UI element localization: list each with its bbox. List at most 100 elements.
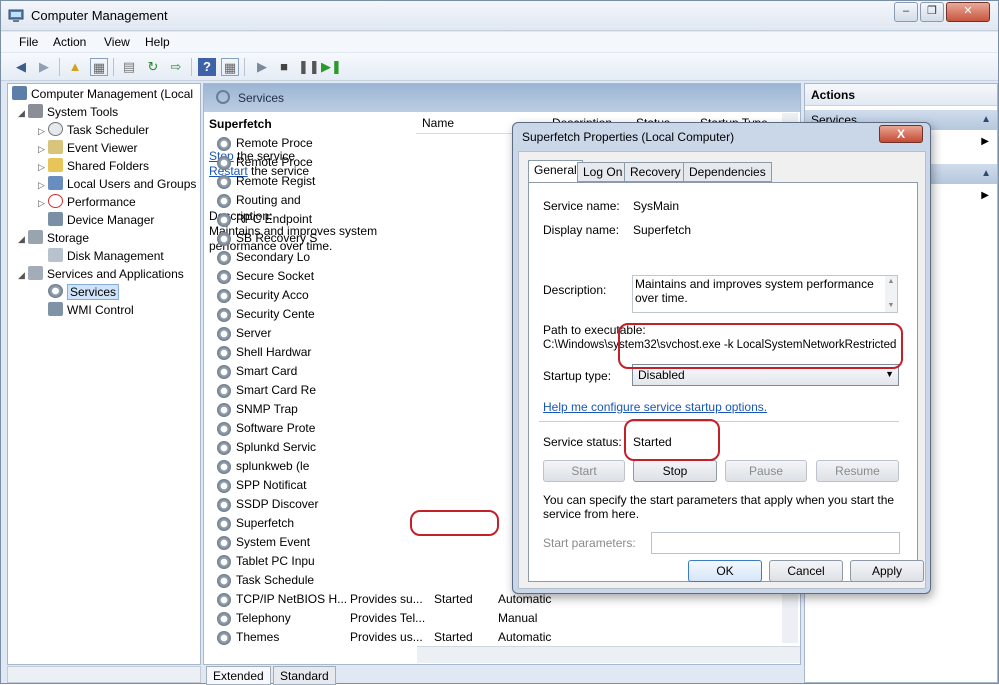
start-button[interactable]: Start xyxy=(543,460,625,482)
menu-view[interactable]: View xyxy=(104,35,130,49)
stop-service-icon[interactable]: ■ xyxy=(275,58,293,76)
menu-action[interactable]: Action xyxy=(53,35,86,49)
restore-button[interactable]: ❐ xyxy=(920,2,944,22)
gear-icon xyxy=(217,232,231,246)
column-name[interactable]: Name xyxy=(422,116,454,130)
general-panel: Service name: SysMain Display name: Supe… xyxy=(528,182,918,582)
event-viewer-icon xyxy=(48,140,63,154)
superfetch-row-highlight xyxy=(410,510,499,536)
computer-management-window: Computer Management – ❐ ✕ File Action Vi… xyxy=(0,0,999,685)
gear-icon xyxy=(217,213,231,227)
gear-icon xyxy=(48,284,63,298)
tree-item-shared-folders[interactable]: ▷ Shared Folders xyxy=(38,157,149,175)
description-scrollbar[interactable]: ▲ ▼ xyxy=(885,276,897,312)
ok-button[interactable]: OK xyxy=(688,560,762,582)
tree-item-event-viewer[interactable]: ▷ Event Viewer xyxy=(38,139,137,157)
tab-standard[interactable]: Standard xyxy=(273,666,336,685)
stop-button[interactable]: Stop xyxy=(633,460,717,482)
tree-item-performance[interactable]: ▷ Performance xyxy=(38,193,136,211)
expanded-arrow-icon[interactable]: ◢ xyxy=(18,266,28,284)
description-label: Description: xyxy=(543,283,607,297)
more-actions-arrow-icon[interactable]: ▶ xyxy=(981,136,989,147)
collapse-arrow-icon[interactable]: ▲ xyxy=(981,114,991,125)
service-status: Started xyxy=(434,592,473,606)
start-service-icon[interactable]: ▶ xyxy=(253,58,271,76)
collapse-arrow-icon[interactable]: ▲ xyxy=(981,168,991,179)
chevron-down-icon: ▼ xyxy=(885,369,894,379)
show-hide-tree-icon[interactable]: ▦ xyxy=(90,58,108,76)
export-list-icon[interactable]: ⇨ xyxy=(167,58,185,76)
show-hide-action-pane-icon[interactable]: ▦ xyxy=(221,58,239,76)
gear-icon xyxy=(217,327,231,341)
help-icon[interactable]: ? xyxy=(198,58,216,76)
gear-icon xyxy=(217,270,231,284)
up-folder-icon[interactable]: ▲ xyxy=(66,58,84,76)
services-pane-header: Services xyxy=(204,84,800,112)
resume-button[interactable]: Resume xyxy=(816,460,899,482)
tools-icon xyxy=(28,104,43,118)
back-arrow-icon[interactable]: ◀ xyxy=(12,58,30,76)
collapsed-arrow-icon[interactable]: ▷ xyxy=(38,140,48,158)
collapsed-arrow-icon[interactable]: ▷ xyxy=(38,176,48,194)
menu-file[interactable]: File xyxy=(19,35,38,49)
tree-item-device-manager[interactable]: Device Manager xyxy=(48,211,154,229)
tree-item-storage[interactable]: ◢ Storage xyxy=(18,229,89,247)
gear-icon xyxy=(217,346,231,360)
minimize-button[interactable]: – xyxy=(894,2,918,22)
properties-icon[interactable]: ▤ xyxy=(120,58,138,76)
service-name: Routing and xyxy=(236,193,301,207)
service-name: Smart Card xyxy=(236,364,298,378)
tree-item-task-scheduler[interactable]: ▷ Task Scheduler xyxy=(38,121,149,139)
tab-dependencies[interactable]: Dependencies xyxy=(683,162,772,182)
dialog-close-button[interactable]: X xyxy=(879,125,923,143)
service-name: SSDP Discover xyxy=(236,497,319,511)
service-name: SB Recovery S xyxy=(236,231,318,245)
service-name: Server xyxy=(236,326,272,340)
gear-icon xyxy=(217,365,231,379)
service-name: Tablet PC Inpu xyxy=(236,554,315,568)
tree-horizontal-scrollbar[interactable] xyxy=(7,666,201,683)
tab-recovery[interactable]: Recovery xyxy=(624,162,687,182)
close-button[interactable]: ✕ xyxy=(946,2,990,22)
description-box[interactable]: Maintains and improves system performanc… xyxy=(632,275,898,313)
tree-item-services-applications[interactable]: ◢ Services and Applications xyxy=(18,265,184,283)
gear-icon xyxy=(217,593,231,607)
collapsed-arrow-icon[interactable]: ▷ xyxy=(38,194,48,212)
service-description: Provides us... xyxy=(350,630,423,644)
expanded-arrow-icon[interactable]: ◢ xyxy=(18,104,28,122)
more-actions-arrow-icon[interactable]: ▶ xyxy=(981,190,989,201)
apply-button[interactable]: Apply xyxy=(850,560,924,582)
refresh-icon[interactable]: ↻ xyxy=(144,58,162,76)
collapsed-arrow-icon[interactable]: ▷ xyxy=(38,158,48,176)
tab-general[interactable]: General xyxy=(528,160,583,182)
service-name: Themes xyxy=(236,630,280,644)
services-horizontal-scrollbar[interactable] xyxy=(417,646,800,663)
tree-item-services[interactable]: Services xyxy=(48,283,120,301)
display-name-label: Display name: xyxy=(543,223,620,237)
menu-bar: File Action View Help xyxy=(1,32,998,52)
service-name: System Event xyxy=(236,535,311,549)
gear-icon xyxy=(217,517,231,531)
collapsed-arrow-icon[interactable]: ▷ xyxy=(38,122,48,140)
service-row[interactable]: Telephony Provides Tel... Manual xyxy=(217,609,597,628)
tab-log-on[interactable]: Log On xyxy=(577,162,629,182)
gear-icon xyxy=(217,479,231,493)
forward-arrow-icon[interactable]: ▶ xyxy=(35,58,53,76)
service-name: Remote Regist xyxy=(236,174,316,188)
gear-icon xyxy=(217,308,231,322)
expanded-arrow-icon[interactable]: ◢ xyxy=(18,230,28,248)
tab-extended[interactable]: Extended xyxy=(206,666,271,685)
help-configure-link[interactable]: Help me configure service startup option… xyxy=(543,400,767,414)
tree-item-computer-management[interactable]: Computer Management (Local xyxy=(12,85,193,103)
menu-help[interactable]: Help xyxy=(145,35,170,49)
pause-button[interactable]: Pause xyxy=(725,460,807,482)
service-row[interactable]: Themes Provides us... Started Automatic xyxy=(217,628,597,647)
tree-item-local-users-groups[interactable]: ▷ Local Users and Groups xyxy=(38,175,196,193)
tree-item-wmi-control[interactable]: WMI Control xyxy=(48,301,134,319)
tree-item-disk-management[interactable]: Disk Management xyxy=(48,247,164,265)
pause-service-icon[interactable]: ❚❚ xyxy=(298,58,320,76)
tree-item-system-tools[interactable]: ◢ System Tools xyxy=(18,103,118,121)
cancel-button[interactable]: Cancel xyxy=(769,560,843,582)
restart-service-icon[interactable]: ▶❚ xyxy=(321,58,342,76)
start-params-input[interactable] xyxy=(651,532,900,554)
